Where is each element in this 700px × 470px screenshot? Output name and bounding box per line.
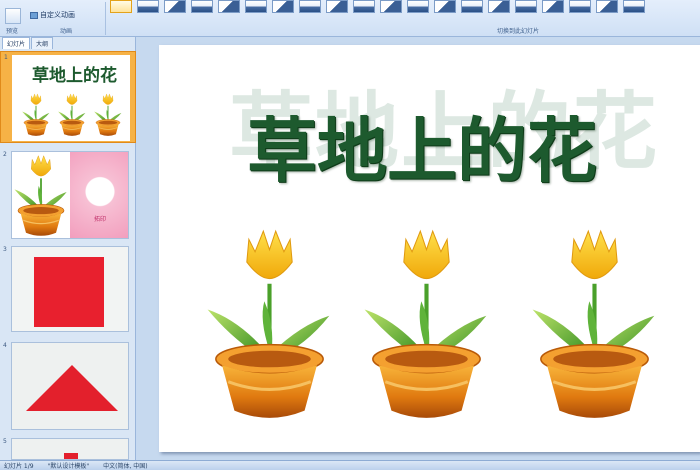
red-shape-image	[64, 453, 78, 459]
transition-thumb[interactable]	[407, 0, 429, 13]
transition-thumb[interactable]	[461, 0, 483, 13]
transition-thumb[interactable]	[218, 0, 240, 13]
slide-editing-area: 草地上的花 草地上的花	[137, 37, 700, 460]
slide-thumbnail-1[interactable]: 1 草地上的花	[0, 51, 136, 143]
slide-position: 幻灯片 1/9	[4, 463, 34, 470]
slide-4-preview	[11, 342, 129, 430]
current-slide[interactable]: 草地上的花 草地上的花	[159, 45, 700, 452]
slide-number: 3	[3, 246, 7, 253]
status-bar: 幻灯片 1/9 "默认设计模板" 中文(简体, 中国)	[0, 460, 700, 470]
tab-outline[interactable]: 大纲	[31, 37, 54, 49]
slide-thumbnail-3[interactable]: 3	[0, 244, 136, 336]
custom-animation-label: 自定义动画	[40, 11, 75, 19]
preview-button[interactable]	[5, 8, 21, 24]
transition-thumb[interactable]	[326, 0, 348, 13]
transition-thumb[interactable]	[623, 0, 645, 13]
transition-thumb[interactable]	[272, 0, 294, 13]
language: 中文(简体, 中国)	[103, 463, 148, 470]
slide-number: 5	[3, 438, 7, 445]
slide-1-preview-title: 草地上的花	[32, 66, 117, 86]
transition-gallery	[110, 0, 645, 14]
tab-slides[interactable]: 幻灯片	[2, 37, 31, 49]
transition-thumb[interactable]	[488, 0, 510, 13]
slide-thumbnail-5[interactable]: 5	[0, 436, 136, 460]
flower-pot-image-1[interactable]	[207, 227, 332, 423]
slide-thumbnail-4[interactable]: 4	[0, 340, 136, 432]
pane-tabs: 幻灯片 大纲	[0, 37, 135, 49]
transition-thumb[interactable]	[353, 0, 375, 13]
slide-2-caption: 拓印	[94, 216, 107, 223]
transition-thumb[interactable]	[164, 0, 186, 13]
transition-thumb[interactable]	[380, 0, 402, 13]
transition-thumb[interactable]	[299, 0, 321, 13]
slide-1-preview: 草地上的花	[12, 55, 130, 141]
slide-3-preview	[11, 246, 129, 332]
transition-thumb[interactable]	[137, 0, 159, 13]
group-transition-label: 切换到此幻灯片	[497, 28, 540, 35]
ribbon-separator	[105, 2, 106, 35]
flower-image	[58, 93, 86, 137]
slide-number: 4	[3, 342, 7, 349]
flower-image	[14, 154, 68, 237]
red-triangle-image	[26, 365, 118, 411]
custom-animation-icon	[30, 11, 38, 19]
transition-thumb[interactable]	[515, 0, 537, 13]
flower-image	[94, 93, 122, 137]
slide-5-preview	[11, 438, 129, 460]
slide-thumbnail-2[interactable]: 2 拓印	[0, 149, 136, 241]
flower-pot-image-3[interactable]	[532, 227, 657, 423]
group-animation-label: 动画	[60, 28, 73, 35]
slide-number: 1	[4, 54, 8, 61]
transition-thumb[interactable]	[542, 0, 564, 13]
red-square-image	[34, 257, 104, 327]
theme-name: "默认设计模板"	[47, 463, 90, 470]
transition-thumb[interactable]	[245, 0, 267, 13]
transition-thumb[interactable]	[596, 0, 618, 13]
slide-number: 2	[3, 151, 7, 158]
group-preview-label: 预览	[6, 28, 19, 35]
cartoon-sheep-image: 拓印	[70, 152, 128, 238]
transition-thumb[interactable]	[434, 0, 456, 13]
transition-thumb[interactable]	[191, 0, 213, 13]
slides-pane: 幻灯片 大纲 1 草地上的花 2 拓印 3 4 5	[0, 37, 136, 460]
slide-title[interactable]: 草地上的花	[247, 95, 597, 196]
ribbon: 自定义动画 预览 动画 切换到此幻灯片	[0, 0, 700, 37]
transition-none[interactable]	[110, 0, 132, 13]
flower-pot-image-2[interactable]	[364, 227, 489, 423]
flower-image	[22, 93, 50, 137]
slide-2-preview: 拓印	[11, 151, 129, 239]
transition-thumb[interactable]	[569, 0, 591, 13]
custom-animation-button[interactable]: 自定义动画	[30, 10, 75, 20]
